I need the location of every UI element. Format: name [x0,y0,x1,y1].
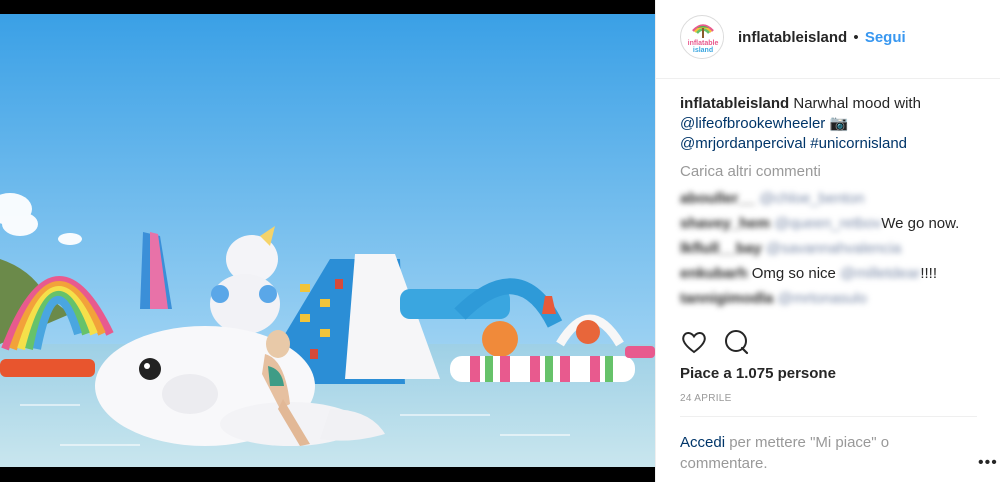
header-line: inflatableisland • Segui [738,29,906,46]
inflatable-island-logo: inflatable island [682,17,723,58]
comment-text: Omg so nice [751,265,836,282]
comment-icon[interactable] [722,328,750,356]
comments-section: inflatableisland Narwhal mood with @life… [680,94,985,311]
caption-text: Narwhal mood with [793,95,921,112]
avatar[interactable]: inflatable island [680,15,724,59]
post-photo[interactable] [0,0,655,482]
login-link[interactable]: Accedi [680,434,725,451]
camera-icon: 📷 [829,115,849,132]
svg-text:inflatable: inflatable [688,40,719,47]
caption: inflatableisland Narwhal mood with @life… [680,94,985,154]
comment-username[interactable]: abouller__ [680,186,755,211]
load-more-comments[interactable]: Carica altri commenti [680,162,985,182]
comment-mention[interactable]: @queen_retbov [774,211,881,236]
comment-mention[interactable]: @mrtonasulo [778,286,867,311]
comment-username[interactable]: enkubarh [680,261,748,286]
comment-row: tannigimodla @mrtonasulo [680,286,985,311]
comment-row: shavey_hem @queen_retbovWe go now. [680,211,985,236]
separator-dot: • [853,29,859,46]
comment-username[interactable]: shavey_hem [680,211,770,236]
divider [680,416,977,417]
comment-list: abouller__ @chloe_benton shavey_hem @que… [680,186,985,311]
caption-username[interactable]: inflatableisland [680,95,789,112]
comment-username[interactable]: tannigimodla [680,286,773,311]
comment-row: lkflull__bay @savannahvalencia [680,236,985,261]
post-sidebar: inflatable island inflatableisland • Seg… [655,0,1000,482]
svg-text:island: island [693,47,713,54]
heart-icon[interactable] [680,328,708,356]
username-link[interactable]: inflatableisland [738,29,847,46]
comment-mention[interactable]: @savannahvalencia [766,236,901,261]
photo-illustration [0,14,655,467]
likes-count[interactable]: Piace a 1.075 persone [680,365,836,382]
caption-hashtag[interactable]: #unicornisland [810,135,907,152]
follow-button[interactable]: Segui [865,29,906,46]
login-prompt: Accedi per mettere "Mi piace" o commenta… [680,432,950,474]
caption-mention-jordan[interactable]: @mrjordanpercival [680,135,806,152]
comment-tail: !!!! [920,265,937,282]
comment-text: We go now. [881,215,960,232]
caption-mention-brooke[interactable]: @lifeofbrookewheeler [680,115,825,132]
comment-row: abouller__ @chloe_benton [680,186,985,211]
post-date[interactable]: 24 APRILE [680,393,732,404]
comment-username[interactable]: lkflull__bay [680,236,762,261]
post-header: inflatable island inflatableisland • Seg… [656,0,1000,79]
more-options-icon[interactable]: ••• [978,454,998,472]
comment-mention[interactable]: @chloe_benton [759,186,864,211]
comment-mention[interactable]: @milletdear [840,261,920,286]
comment-row: enkubarh Omg so nice @milletdear!!!! [680,261,985,286]
